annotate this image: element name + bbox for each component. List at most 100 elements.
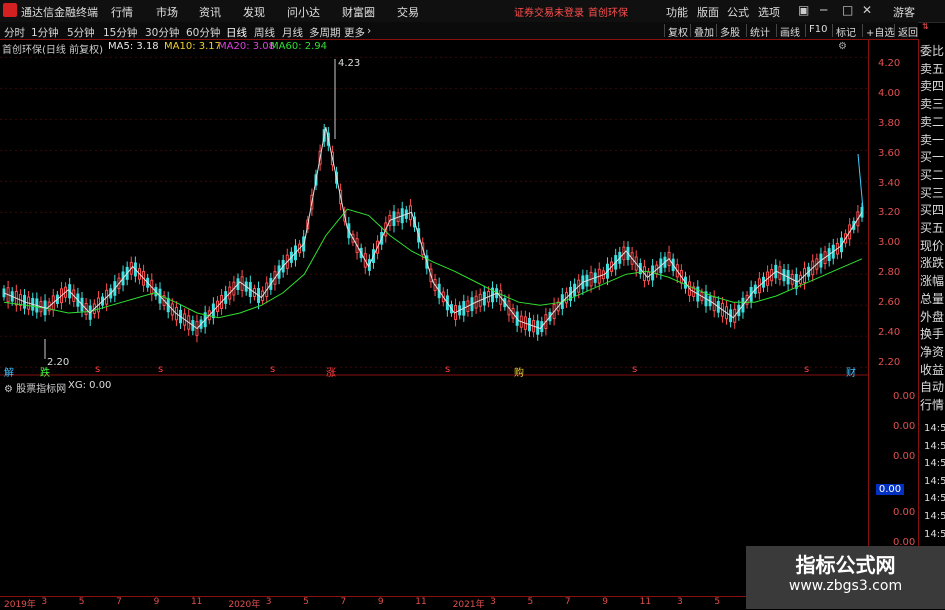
menu-gongshi[interactable]: 公式 xyxy=(727,4,749,20)
menu-faxian[interactable]: 发现 xyxy=(243,4,265,20)
x-tick-label: 2021年 xyxy=(452,600,485,610)
menu-xuanxiang[interactable]: 选项 xyxy=(758,4,780,20)
skin-icon[interactable]: ▣ xyxy=(798,3,809,17)
more-chevron-icon[interactable]: › xyxy=(367,25,371,37)
menu-banmian[interactable]: 版面 xyxy=(697,4,719,20)
quote-field-label: 买一 xyxy=(920,150,945,165)
period-weekly[interactable]: 周线 xyxy=(254,25,275,40)
quote-field-label: 买二 xyxy=(920,167,945,182)
period-60min[interactable]: 60分钟 xyxy=(186,25,220,40)
time-label: 14:50 xyxy=(924,440,945,452)
time-label: 14:50 xyxy=(924,528,945,540)
x-tick-label: 11 xyxy=(190,597,203,607)
event-finance-icon[interactable]: 财 xyxy=(846,364,856,379)
quote-field-label: 卖二 xyxy=(920,114,945,129)
multi-stock-button[interactable]: 多股 xyxy=(716,24,743,39)
x-tick-label: 7 xyxy=(564,597,571,607)
quote-field-label: 卖四 xyxy=(920,79,945,94)
overlay-button[interactable]: 叠加 xyxy=(690,24,717,39)
maximize-icon[interactable]: □ xyxy=(842,3,853,17)
menu-zixun[interactable]: 资讯 xyxy=(199,4,221,20)
period-5min[interactable]: 5分钟 xyxy=(67,25,95,40)
stats-button[interactable]: 统计 xyxy=(746,24,773,39)
event-buy-icon[interactable]: 购 xyxy=(514,364,524,379)
time-label: 14:50 xyxy=(924,493,945,505)
quote-field-label: 卖五 xyxy=(920,61,945,76)
menu-jiaoyi[interactable]: 交易 xyxy=(397,4,419,20)
event-rise-icon[interactable]: 涨 xyxy=(326,364,336,379)
y-tick: 2.60 xyxy=(878,297,901,308)
quote-field-label: 卖一 xyxy=(920,132,945,147)
sub-y-tick: 0.00 xyxy=(893,391,916,402)
time-label: 14:50 xyxy=(924,423,945,434)
period-multi[interactable]: 多周期 xyxy=(309,25,341,40)
x-tick-label: 3 xyxy=(41,597,48,607)
x-tick-label: 5 xyxy=(303,597,309,607)
menu-wenxiaoda[interactable]: 问小达 xyxy=(287,4,320,20)
y-tick: 3.00 xyxy=(878,237,901,248)
quote-field-label: 总量 xyxy=(920,291,945,306)
x-tick-label: 3 xyxy=(490,597,496,607)
y-tick: 3.60 xyxy=(878,148,901,159)
event-unlock-icon[interactable]: 解 xyxy=(4,364,14,379)
menu-shichang[interactable]: 市场 xyxy=(156,4,178,20)
event-s-icon[interactable]: s xyxy=(95,364,100,375)
x-tick-label: 3 xyxy=(265,597,272,607)
y-tick: 3.20 xyxy=(878,207,901,218)
x-tick-label: 7 xyxy=(116,597,122,607)
quote-field-label: 买三 xyxy=(920,185,945,200)
f10-button[interactable]: F10 xyxy=(805,24,830,37)
y-tick: 2.40 xyxy=(878,327,901,338)
x-tick-label: 2020年 xyxy=(228,600,261,610)
quote-field-label: 委比 xyxy=(920,44,945,58)
xg-value: XG: 0.00 xyxy=(68,380,112,391)
sub-chart-label: ⚙ 股票指标网 xyxy=(4,384,67,395)
sub-current-value: 0.00 xyxy=(876,484,904,495)
x-tick-label: 7 xyxy=(340,597,347,607)
quote-field-label: 换手 xyxy=(920,327,945,342)
time-label: 14:50 xyxy=(924,511,945,522)
quote-field-label: 涨幅 xyxy=(920,274,945,289)
draw-line-button[interactable]: 画线 xyxy=(776,24,803,39)
menu-hangqing[interactable]: 行情 xyxy=(111,4,133,20)
watermark-url: www.zbgs3.com xyxy=(788,578,903,594)
x-tick-label: 9 xyxy=(377,597,384,607)
back-button[interactable]: 返回 xyxy=(894,24,921,39)
period-30min[interactable]: 30分钟 xyxy=(145,25,179,40)
watermark-title: 指标公式网 xyxy=(795,553,896,577)
quote-field-label: 现价 xyxy=(920,238,945,253)
guest-label[interactable]: 游客 xyxy=(893,4,915,20)
kline-chart[interactable] xyxy=(0,39,868,596)
event-s-icon[interactable]: s xyxy=(158,364,163,375)
event-s-icon[interactable]: s xyxy=(270,364,275,375)
quote-field-label: 涨跌 xyxy=(920,256,945,271)
x-tick-label: 9 xyxy=(602,597,608,607)
menu-caifuquan[interactable]: 财富圈 xyxy=(342,4,375,20)
period-monthly[interactable]: 月线 xyxy=(282,25,303,40)
fuquan-button[interactable]: 复权 xyxy=(664,24,691,39)
title-stock-name: 首创环保 xyxy=(588,8,628,19)
period-daily[interactable]: 日线 xyxy=(226,25,247,40)
app-logo-icon xyxy=(3,3,17,17)
panel-toggle-icon[interactable]: ⇅ xyxy=(922,22,929,31)
event-s-icon[interactable]: s xyxy=(445,364,450,375)
close-icon[interactable]: ✕ xyxy=(862,3,872,17)
price-line xyxy=(3,126,863,330)
event-drop-icon[interactable]: 跌 xyxy=(40,364,50,379)
login-notice[interactable]: 证券交易未登录 xyxy=(514,4,584,19)
period-more[interactable]: 更多 xyxy=(344,25,365,40)
sub-y-tick: 0.00 xyxy=(893,421,916,432)
high-price-label: 4.23 xyxy=(338,58,361,69)
mark-button[interactable]: 标记 xyxy=(832,24,859,39)
minimize-icon[interactable]: ─ xyxy=(820,3,827,17)
event-s-icon[interactable]: s xyxy=(632,364,637,375)
period-1min[interactable]: 1分钟 xyxy=(31,25,59,40)
x-tick-label: 11 xyxy=(639,597,652,607)
add-watchlist-button[interactable]: +自选 xyxy=(862,24,897,39)
period-fenshi[interactable]: 分时 xyxy=(4,25,25,40)
x-tick-label: 5 xyxy=(78,597,85,607)
event-s-icon[interactable]: s xyxy=(804,364,809,375)
period-15min[interactable]: 15分钟 xyxy=(103,25,137,40)
menu-gongneng[interactable]: 功能 xyxy=(666,4,688,20)
x-tick-label: 9 xyxy=(153,597,160,607)
